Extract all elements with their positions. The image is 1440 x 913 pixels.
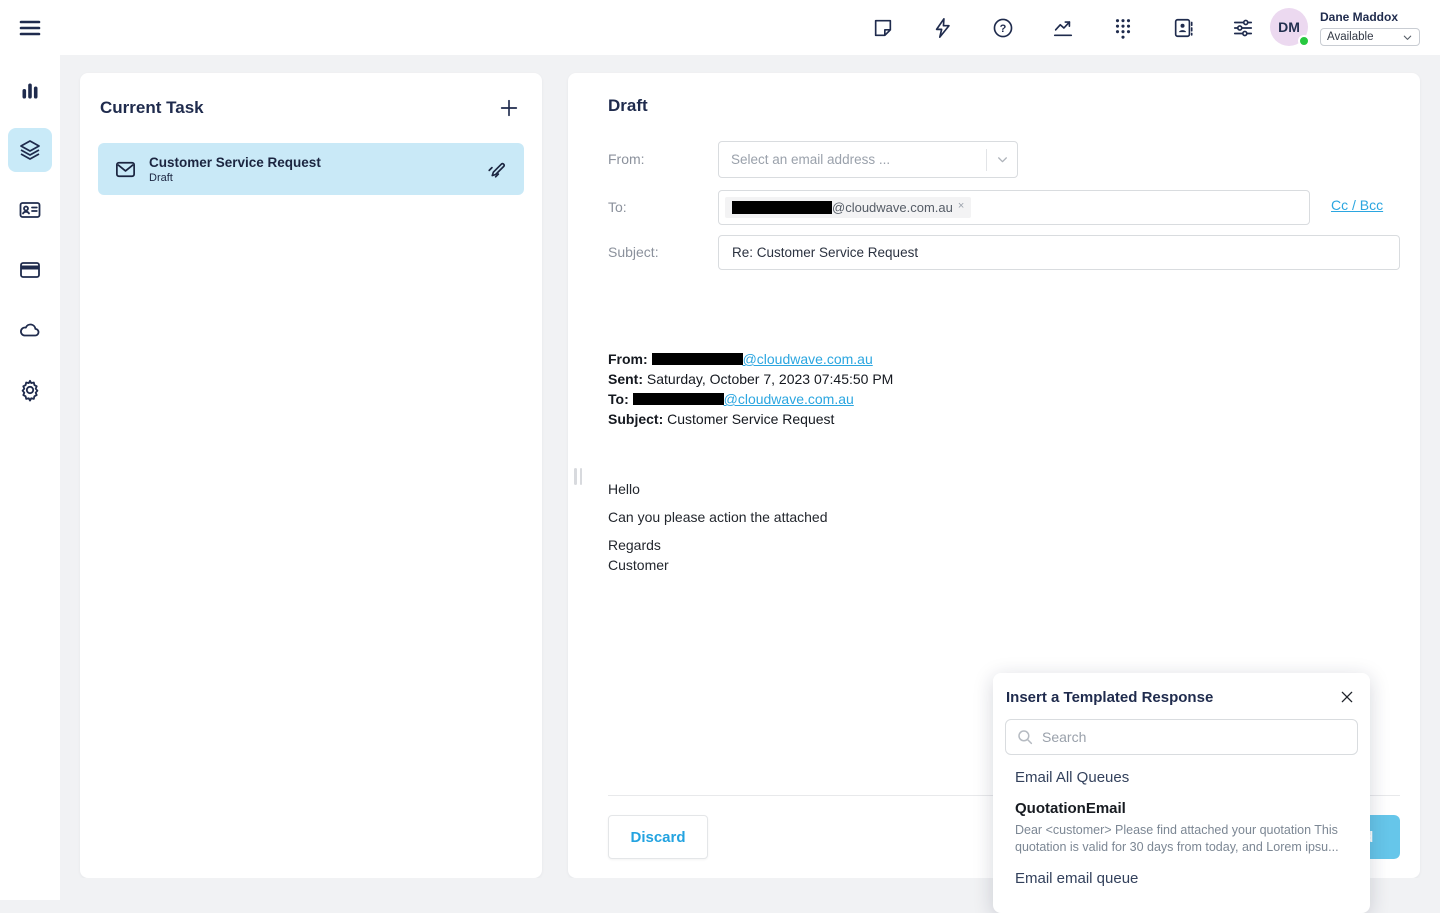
redacted-address xyxy=(633,393,724,405)
left-sidebar xyxy=(0,0,60,900)
status-select[interactable]: Available xyxy=(1320,28,1420,46)
template-search-box[interactable] xyxy=(1005,719,1358,755)
sidebar-item-cloud[interactable] xyxy=(8,308,52,352)
email-body-editor[interactable]: From: @cloudwave.com.au Sent: Saturday, … xyxy=(608,349,1400,575)
note-icon[interactable] xyxy=(871,16,895,40)
gear-icon xyxy=(18,378,42,402)
subject-label: Subject: xyxy=(608,244,659,260)
cloud-icon xyxy=(18,318,42,342)
body-line: Hello xyxy=(608,479,1400,499)
quoted-from-line: From: @cloudwave.com.au xyxy=(608,349,1400,369)
task-card[interactable]: Customer Service Request Draft xyxy=(98,143,524,195)
draft-title: Draft xyxy=(608,96,648,116)
template-description: Dear <customer> Please find attached you… xyxy=(1015,822,1348,856)
dialpad-icon[interactable] xyxy=(1111,16,1135,40)
body-line: Customer xyxy=(608,555,1400,575)
sidebar-item-settings[interactable] xyxy=(8,368,52,412)
sidebar-item-tasks[interactable] xyxy=(8,128,52,172)
template-item[interactable]: Email email queue xyxy=(1005,856,1358,887)
subject-input[interactable]: Re: Customer Service Request xyxy=(718,235,1400,270)
sidebar-item-apps[interactable] xyxy=(8,248,52,292)
from-select[interactable]: Select an email address ... xyxy=(718,141,1018,178)
cc-bcc-link[interactable]: Cc / Bcc xyxy=(1331,197,1383,213)
from-placeholder: Select an email address ... xyxy=(719,152,986,167)
chevron-down-icon xyxy=(1402,32,1413,43)
task-card-subtitle: Draft xyxy=(149,172,486,184)
redacted-address xyxy=(732,201,832,214)
to-label: To: xyxy=(608,199,627,215)
quoted-sent-line: Sent: Saturday, October 7, 2023 07:45:50… xyxy=(608,369,1400,389)
directory-icon[interactable] xyxy=(1171,16,1195,40)
envelope-icon xyxy=(114,158,137,181)
panel-resize-handle[interactable] xyxy=(574,468,582,485)
topbar: ? DM Dane Maddox Available xyxy=(0,0,1440,55)
quoted-subject-line: Subject: Customer Service Request xyxy=(608,409,1400,429)
template-item[interactable]: Email All Queues xyxy=(1005,755,1358,786)
search-icon xyxy=(1016,728,1034,746)
current-task-title: Current Task xyxy=(100,98,204,118)
template-label: Email email queue xyxy=(1015,870,1348,887)
discard-button[interactable]: Discard xyxy=(608,815,708,859)
redacted-address xyxy=(652,353,743,365)
body-line: Can you please action the attached xyxy=(608,507,1400,527)
topbar-icons: ? xyxy=(871,0,1255,55)
close-icon[interactable] xyxy=(1337,687,1357,707)
contact-card-icon xyxy=(18,198,42,222)
body-line: Regards xyxy=(608,535,1400,555)
subject-value: Re: Customer Service Request xyxy=(732,245,918,260)
help-icon[interactable]: ? xyxy=(991,16,1015,40)
layers-icon xyxy=(18,138,42,162)
template-label: Email All Queues xyxy=(1015,769,1348,786)
preferences-icon[interactable] xyxy=(1231,16,1255,40)
sidebar-item-contacts[interactable] xyxy=(8,188,52,232)
plus-icon xyxy=(498,97,520,119)
chevron-down-icon xyxy=(987,153,1017,166)
search-input[interactable] xyxy=(1042,729,1347,745)
quoted-to-link[interactable]: @cloudwave.com.au xyxy=(724,391,854,407)
bar-chart-icon xyxy=(18,79,42,103)
recipient-domain: @cloudwave.com.au xyxy=(832,200,953,215)
templated-response-popup: Insert a Templated Response Email All Qu… xyxy=(993,673,1370,913)
task-card-title: Customer Service Request xyxy=(149,155,486,170)
interactions-icon[interactable] xyxy=(931,16,955,40)
window-icon xyxy=(18,258,42,282)
template-label: QuotationEmail xyxy=(1015,800,1348,817)
add-task-button[interactable] xyxy=(496,95,522,121)
from-label: From: xyxy=(608,151,645,167)
template-item[interactable]: QuotationEmail Dear <customer> Please fi… xyxy=(1005,786,1358,856)
current-task-panel: Current Task Customer Service Request Dr… xyxy=(80,73,542,878)
sidebar-item-activity[interactable] xyxy=(8,69,52,113)
pen-icon[interactable] xyxy=(486,158,508,180)
recipient-chip: @cloudwave.com.au × xyxy=(725,197,971,218)
popup-title: Insert a Templated Response xyxy=(1006,689,1213,706)
presence-indicator xyxy=(1298,35,1310,47)
quoted-to-line: To: @cloudwave.com.au xyxy=(608,389,1400,409)
performance-icon[interactable] xyxy=(1051,16,1075,40)
user-area: DM Dane Maddox Available xyxy=(1270,8,1420,46)
user-name: Dane Maddox xyxy=(1320,10,1420,24)
avatar-initials: DM xyxy=(1278,19,1300,35)
status-value: Available xyxy=(1327,31,1373,43)
to-input[interactable]: @cloudwave.com.au × xyxy=(718,190,1310,225)
remove-recipient-icon[interactable]: × xyxy=(958,200,964,212)
avatar[interactable]: DM xyxy=(1270,8,1308,46)
svg-text:?: ? xyxy=(1000,22,1007,34)
hamburger-menu-icon[interactable] xyxy=(16,14,44,42)
quoted-from-link[interactable]: @cloudwave.com.au xyxy=(743,351,873,367)
